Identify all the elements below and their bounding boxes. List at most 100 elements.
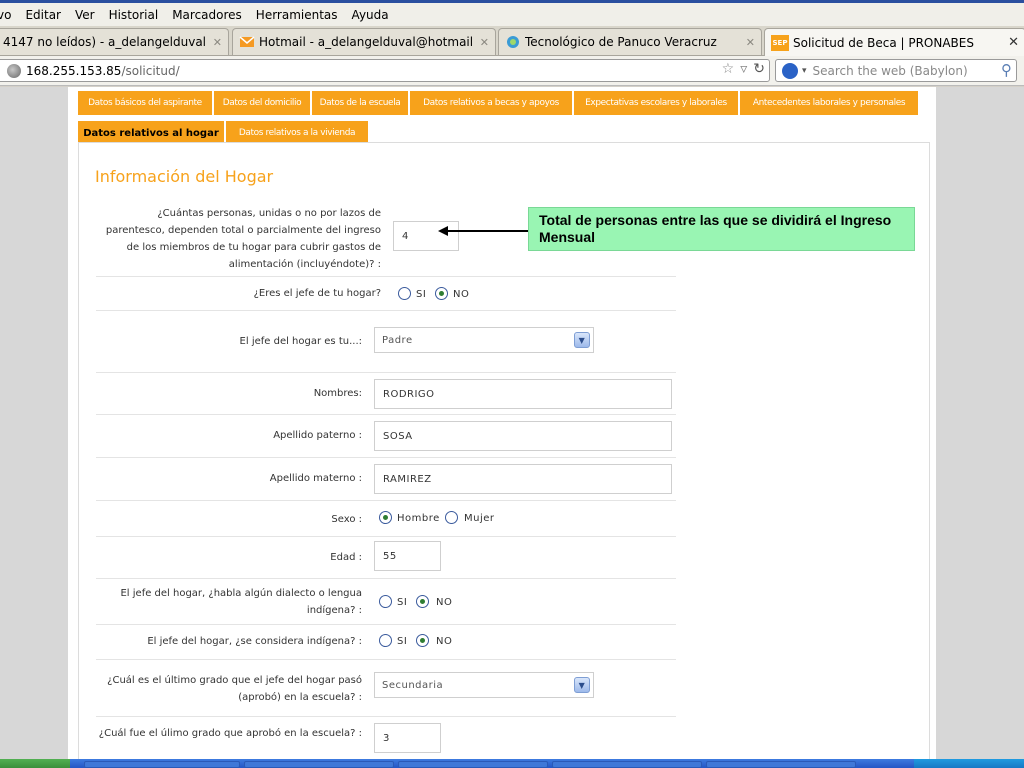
taskbar-item[interactable]	[706, 761, 856, 768]
taskbar-item[interactable]	[84, 761, 240, 768]
menu-ver[interactable]: Ver	[75, 8, 95, 22]
page-viewport: Datos básicos del aspirante Datos del do…	[0, 87, 1024, 759]
close-icon[interactable]: ✕	[480, 36, 489, 49]
menu-marcadores[interactable]: Marcadores	[172, 8, 242, 22]
tab-pronabes[interactable]: SEP Solicitud de Beca | PRONABES ✕	[764, 28, 1024, 56]
paterno-input[interactable]: SOSA	[374, 421, 672, 451]
dialecto-si-radio[interactable]	[379, 595, 392, 608]
tab-escuela[interactable]: Datos de la escuela	[312, 91, 408, 115]
personas-label: ¿Cuántas personas, unidas o no por lazos…	[105, 208, 381, 270]
reload-icon[interactable]: ↻	[753, 61, 765, 77]
close-icon[interactable]: ✕	[746, 36, 755, 49]
edad-label: Edad :	[330, 552, 362, 563]
menu-herramientas[interactable]: Herramientas	[256, 8, 338, 22]
hombre-label: Hombre	[397, 513, 440, 524]
callout-arrow	[443, 230, 529, 232]
jefe-si-radio[interactable]	[398, 287, 411, 300]
menu-editar[interactable]: Editar	[25, 8, 61, 22]
star-icon[interactable]: ☆	[722, 61, 735, 77]
no-label: NO	[436, 597, 453, 608]
tab-bar: 4147 no leídos) - a_delangelduval - Ya..…	[0, 26, 1024, 56]
ultimo-grado-label: ¿Cuál fue el úlimo grado que aprobó en l…	[98, 728, 362, 739]
menu-archivo[interactable]: vo	[0, 8, 11, 22]
chevron-down-icon[interactable]: ▼	[574, 332, 590, 348]
dropdown-icon[interactable]: ▿	[740, 61, 747, 77]
url-host: 168.255.153.85	[26, 63, 122, 78]
search-placeholder: Search the web (Babylon)	[812, 63, 968, 78]
dialecto-label: El jefe del hogar, ¿habla algún dialecto…	[120, 588, 362, 616]
chevron-down-icon[interactable]: ▾	[802, 66, 807, 76]
grado-label: ¿Cuál es el último grado que el jefe del…	[107, 675, 362, 703]
search-input[interactable]: ▾ Search the web (Babylon) ⚲	[775, 59, 1017, 82]
hotmail-icon	[239, 36, 255, 47]
tab-yahoo[interactable]: 4147 no leídos) - a_delangelduval - Ya..…	[0, 28, 229, 55]
windows-taskbar	[0, 759, 1024, 768]
chevron-down-icon[interactable]: ▼	[574, 677, 590, 693]
search-icon[interactable]: ⚲	[1001, 61, 1012, 79]
tab-tecnologico[interactable]: Tecnológico de Panuco Veracruz ✕	[498, 28, 762, 55]
materno-input[interactable]: RAMIREZ	[374, 464, 672, 494]
jefe-es-select[interactable]: Padre ▼	[374, 327, 594, 353]
si-label: SI	[397, 636, 408, 647]
dialecto-no-radio[interactable]	[416, 595, 429, 608]
address-bar[interactable]: 168.255.153.85/solicitud/ ☆ ▿ ↻	[0, 59, 770, 82]
taskbar-item[interactable]	[244, 761, 394, 768]
grado-value: Secundaria	[382, 679, 444, 691]
nombres-input[interactable]: RODRIGO	[374, 379, 672, 409]
edad-input[interactable]: 55	[374, 541, 441, 571]
jefe-label: ¿Eres el jefe de tu hogar?	[253, 288, 381, 299]
taskbar-item[interactable]	[552, 761, 702, 768]
mujer-label: Mujer	[464, 513, 495, 524]
tab-expectativas[interactable]: Expectativas escolares y laborales	[574, 91, 738, 115]
page-content: Datos básicos del aspirante Datos del do…	[68, 87, 936, 759]
no-label: NO	[453, 289, 470, 300]
close-icon[interactable]: ✕	[1008, 35, 1019, 50]
tab-domicilio[interactable]: Datos del domicilio	[214, 91, 310, 115]
jefe-es-label: El jefe del hogar es tu...:	[239, 336, 362, 347]
taskbar-item[interactable]	[398, 761, 548, 768]
start-button[interactable]	[0, 759, 70, 768]
edad-row: Edad : 55	[96, 537, 676, 579]
jefe-no-radio[interactable]	[435, 287, 448, 300]
tab-hotmail[interactable]: Hotmail - a_delangelduval@hotmail.com ✕	[232, 28, 496, 55]
close-icon[interactable]: ✕	[213, 36, 222, 49]
indigena-no-radio[interactable]	[416, 634, 429, 647]
menu-ayuda[interactable]: Ayuda	[352, 8, 389, 22]
navigation-bar: 168.255.153.85/solicitud/ ☆ ▿ ↻ ▾ Search…	[0, 56, 1024, 86]
sexo-label: Sexo :	[331, 514, 362, 525]
paterno-label: Apellido paterno :	[273, 430, 362, 441]
address-actions: ☆ ▿ ↻	[722, 61, 765, 77]
si-label: SI	[416, 289, 427, 300]
indigena-row: El jefe del hogar, ¿se considera indígen…	[96, 625, 676, 660]
si-label: SI	[397, 597, 408, 608]
hombre-radio[interactable]	[379, 511, 392, 524]
tab-antecedentes[interactable]: Antecedentes laborales y personales	[740, 91, 918, 115]
indigena-si-radio[interactable]	[379, 634, 392, 647]
tab-label: Tecnológico de Panuco Veracruz	[525, 35, 717, 49]
tab-label: Solicitud de Beca | PRONABES	[793, 35, 974, 50]
ultimo-grado-row: ¿Cuál fue el úlimo grado que aprobó en l…	[96, 717, 676, 759]
personas-input[interactable]: 4	[393, 221, 459, 251]
system-tray	[914, 759, 1024, 768]
materno-row: Apellido materno : RAMIREZ	[96, 458, 676, 501]
grado-select[interactable]: Secundaria ▼	[374, 672, 594, 698]
menu-historial[interactable]: Historial	[109, 8, 159, 22]
url-path: /solicitud/	[121, 63, 180, 78]
dialecto-row: El jefe del hogar, ¿habla algún dialecto…	[96, 579, 676, 625]
sep-favicon-icon: SEP	[771, 34, 789, 51]
no-label: NO	[436, 636, 453, 647]
tab-datos-basicos[interactable]: Datos básicos del aspirante	[78, 91, 212, 115]
tab-label: 4147 no leídos) - a_delangelduval - Ya..…	[3, 35, 207, 49]
gear-favicon-icon	[507, 36, 519, 48]
arrow-left-icon	[438, 226, 448, 236]
nombres-label: Nombres:	[313, 388, 362, 399]
tab-becas[interactable]: Datos relativos a becas y apoyos	[410, 91, 572, 115]
nombres-row: Nombres: RODRIGO	[96, 373, 676, 415]
materno-label: Apellido materno :	[269, 473, 362, 484]
jefe-es-value: Padre	[382, 334, 413, 346]
babylon-icon[interactable]	[782, 62, 798, 79]
tab-label: Hotmail - a_delangelduval@hotmail.com	[259, 35, 474, 49]
globe-icon	[7, 63, 21, 78]
mujer-radio[interactable]	[445, 511, 458, 524]
ultimo-grado-input[interactable]: 3	[374, 723, 441, 753]
